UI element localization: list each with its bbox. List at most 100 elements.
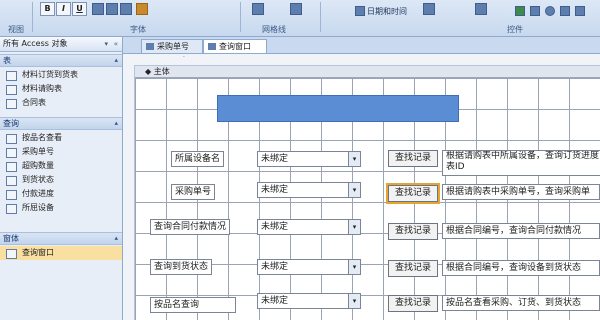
nav-section-queries[interactable]: 查询 ▴ <box>0 117 122 130</box>
tab-purchase-number[interactable]: 采购单号 <box>141 39 203 53</box>
nav-item-label: 付款进度 <box>22 189 54 198</box>
chevron-up-icon[interactable]: ▴ <box>111 55 118 66</box>
listbox-control-icon[interactable] <box>530 6 540 16</box>
nav-item-label: 查询窗口 <box>22 248 54 257</box>
nav-item-table[interactable]: 合同表 <box>0 96 122 110</box>
align-right-icon[interactable] <box>120 3 132 15</box>
ribbon-separator <box>240 2 241 32</box>
nav-header-label: 所有 Access 对象 <box>3 39 68 48</box>
form-icon <box>6 249 17 259</box>
option-control-icon[interactable] <box>545 6 555 16</box>
nav-item-label: 材料订货到货表 <box>22 70 78 79</box>
field-label[interactable]: 采购单号 <box>171 184 216 200</box>
chevron-down-icon[interactable]: ▾ <box>348 152 360 166</box>
nav-item-table[interactable]: 材料请购表 <box>0 82 122 96</box>
horizontal-ruler: · <box>123 54 600 66</box>
query-icon <box>6 204 17 214</box>
textbox-icon[interactable] <box>423 3 435 15</box>
nav-item-query[interactable]: 所屈设备 <box>0 201 122 215</box>
tab-query-window[interactable]: 查询窗口 <box>203 39 267 53</box>
find-record-button[interactable]: 查找记录 <box>388 223 438 240</box>
underline-button[interactable]: U <box>72 2 87 16</box>
nav-item-query[interactable]: 到货状态 <box>0 173 122 187</box>
nav-item-query[interactable]: 超购数量 <box>0 159 122 173</box>
description-label[interactable]: 根据合同编号，查询合同付款情况 <box>442 223 600 239</box>
nav-section-forms[interactable]: 窗体 ▴ <box>0 232 122 245</box>
description-label[interactable]: 根据请购表中采购单号，查询采购单 <box>442 184 600 200</box>
find-record-button[interactable]: 查找记录 <box>388 295 438 312</box>
format-painter-icon[interactable] <box>136 3 148 15</box>
border-icon[interactable] <box>290 3 302 15</box>
query-icon <box>6 134 17 144</box>
image-control-icon[interactable] <box>575 6 585 16</box>
combo-box[interactable]: 未绑定 ▾ <box>257 259 361 275</box>
calendar-icon <box>355 6 365 16</box>
find-record-button[interactable]: 查找记录 <box>388 150 438 167</box>
ribbon-separator <box>32 2 33 32</box>
field-label[interactable]: 查询到货状态 <box>150 259 213 275</box>
attachment-control-icon[interactable] <box>560 6 570 16</box>
combo-box[interactable]: 未绑定 ▾ <box>257 293 361 309</box>
find-record-button[interactable]: 查找记录 <box>386 183 440 204</box>
field-label[interactable]: 所属设备名 <box>171 151 225 167</box>
form-design-grid[interactable]: 所属设备名 未绑定 ▾ 查找记录 根据请购表中所属设备，查询订货进度表ID 采购单… <box>135 78 600 320</box>
find-record-button[interactable]: 查找记录 <box>388 260 438 277</box>
chevron-down-icon[interactable]: ▾ <box>348 260 360 274</box>
chevron-down-icon[interactable]: ▾ <box>101 37 108 51</box>
query-icon <box>6 176 17 186</box>
chevron-up-icon[interactable]: ▴ <box>111 233 118 244</box>
table-icon <box>6 99 17 109</box>
group-label-view: 视图 <box>8 25 24 34</box>
nav-item-form[interactable]: 查询窗口 <box>0 246 122 260</box>
combo-box[interactable]: 未绑定 ▾ <box>257 151 361 167</box>
chevron-down-icon[interactable]: ▾ <box>348 294 360 308</box>
group-label-font: 字体 <box>130 25 146 34</box>
query-icon <box>6 190 17 200</box>
description-label[interactable]: 根据请购表中所属设备，查询订货进度表ID <box>442 150 600 176</box>
ruler-tick: · <box>183 54 185 61</box>
nav-item-label: 到货状态 <box>22 175 54 184</box>
datetime-button[interactable]: 日期和时间 <box>367 6 407 17</box>
document-tabs: 采购单号 查询窗口 <box>123 37 600 54</box>
table-icon <box>6 71 17 81</box>
align-center-icon[interactable] <box>106 3 118 15</box>
align-left-icon[interactable] <box>92 3 104 15</box>
nav-header[interactable]: 所有 Access 对象 ▾ « <box>0 37 122 52</box>
nav-item-query[interactable]: 采购单号 <box>0 145 122 159</box>
query-icon <box>6 162 17 172</box>
combo-box[interactable]: 未绑定 ▾ <box>257 219 361 235</box>
chevron-up-icon[interactable]: ▴ <box>111 118 118 129</box>
description-label[interactable]: 按品名查看采购、订货、到货状态 <box>442 295 600 311</box>
nav-item-label: 所屈设备 <box>22 203 54 212</box>
section-header-detail[interactable]: ◆ 主体 <box>135 66 600 78</box>
combo-value: 未绑定 <box>261 154 289 164</box>
form-icon <box>208 43 216 50</box>
group-label-controls: 控件 <box>507 25 523 34</box>
field-label[interactable]: 查询合同付款情况 <box>150 219 231 235</box>
table-icon <box>6 85 17 95</box>
nav-item-label: 采购单号 <box>22 147 54 156</box>
gridlines-icon[interactable] <box>252 3 264 15</box>
nav-item-label: 材料请购表 <box>22 84 62 93</box>
combo-value: 未绑定 <box>261 222 289 232</box>
chart-control-icon[interactable] <box>515 6 525 16</box>
button-control-icon[interactable] <box>475 3 487 15</box>
nav-item-label: 超购数量 <box>22 161 54 170</box>
nav-item-query[interactable]: 付款进度 <box>0 187 122 201</box>
ribbon-separator <box>320 2 321 32</box>
group-label-gridlines: 网格线 <box>262 25 286 34</box>
combo-box[interactable]: 未绑定 ▾ <box>257 182 361 198</box>
nav-section-tables[interactable]: 表 ▴ <box>0 54 122 67</box>
description-label[interactable]: 根据合同编号，查询设备到货状态 <box>442 260 600 276</box>
vertical-ruler <box>123 65 135 320</box>
italic-button[interactable]: I <box>56 2 71 16</box>
nav-item-table[interactable]: 材料订货到货表 <box>0 68 122 82</box>
bold-button[interactable]: B <box>40 2 55 16</box>
nav-item-query[interactable]: 按品名查看 <box>0 131 122 145</box>
collapse-icon[interactable]: « <box>111 37 118 51</box>
field-label[interactable]: 按品名查询 <box>150 297 236 313</box>
title-label-box[interactable] <box>217 95 459 122</box>
section-marker-icon: ◆ <box>145 67 152 76</box>
chevron-down-icon[interactable]: ▾ <box>348 220 360 234</box>
chevron-down-icon[interactable]: ▾ <box>348 183 360 197</box>
